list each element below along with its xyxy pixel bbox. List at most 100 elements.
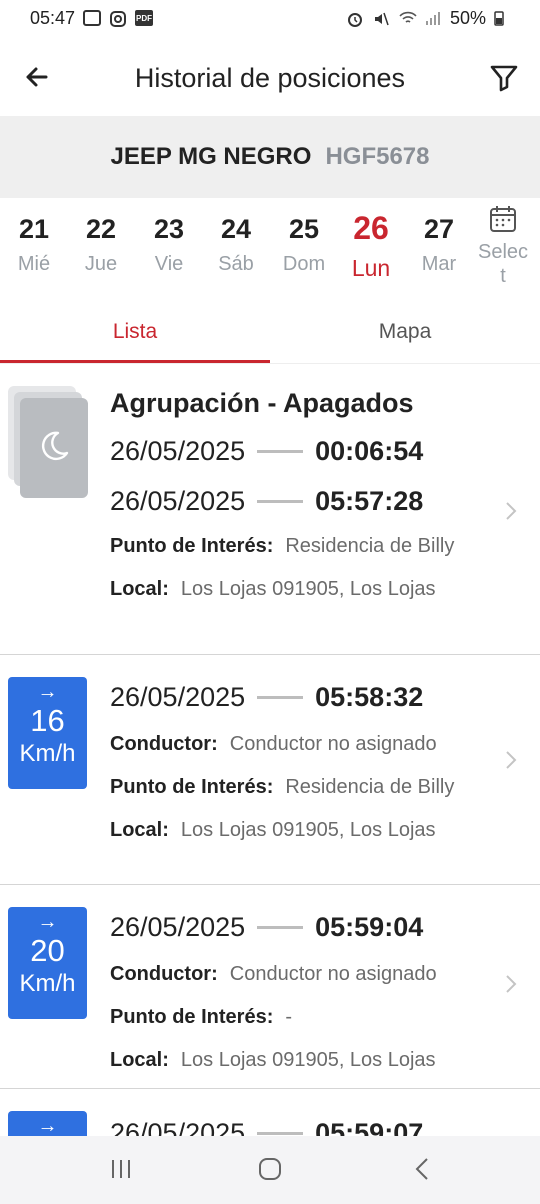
driver-row: Conductor: Conductor no asignado: [110, 731, 500, 758]
datetime-row: 26/05/2025 05:59:07: [110, 1109, 500, 1137]
app-bar: Historial de posiciones: [0, 44, 540, 112]
arrow-right-icon: →: [37, 911, 58, 933]
poi-value: Residencia de Billy: [285, 776, 455, 798]
tab-mapa[interactable]: Mapa: [270, 306, 540, 363]
driver-label: Conductor:: [110, 963, 218, 985]
list-item[interactable]: → 16 Km/h 26/05/2025 05:58:32 Conductor:…: [0, 655, 540, 885]
time-text: 00:06:54: [315, 435, 424, 466]
speed-badge: → 20 Km/h: [8, 907, 87, 1019]
day-number: 27: [423, 214, 455, 244]
status-bar: 05:47 PDF 50%: [0, 0, 540, 36]
date-text: 26/05/2025: [110, 1117, 246, 1137]
system-nav-bar: [0, 1136, 540, 1204]
day-weekday: Mié: [17, 253, 51, 275]
day-number: 22: [85, 214, 117, 244]
positions-list: Agrupación - Apagados 26/05/2025 00:06:5…: [0, 366, 540, 1136]
speed-badge: →: [8, 1111, 87, 1136]
vehicle-plate: HGF5678: [325, 143, 430, 170]
day-weekday: Lun: [351, 255, 391, 281]
select-label: Selec: [477, 241, 529, 263]
local-label: Local:: [110, 819, 169, 841]
tab-lista[interactable]: Lista: [0, 306, 270, 363]
poi-value: -: [285, 1006, 293, 1028]
day-26[interactable]: 26 Lun: [341, 210, 401, 282]
driver-value: Conductor no asignado: [229, 963, 437, 985]
driver-label: Conductor:: [110, 733, 218, 755]
local-label: Local:: [110, 1049, 169, 1071]
select-date-button[interactable]: Selec t: [470, 204, 536, 288]
day-number: 25: [288, 214, 320, 244]
day-25[interactable]: 25 Dom: [274, 214, 334, 276]
day-number: 24: [220, 214, 252, 244]
moon-icon: [37, 429, 71, 468]
dash-divider: [257, 1131, 304, 1135]
battery-percent: 50%: [449, 7, 486, 28]
day-weekday: Vie: [154, 253, 184, 275]
list-item[interactable]: → 20 Km/h 26/05/2025 05:59:04 Conductor:…: [0, 885, 540, 1089]
dash-divider: [257, 695, 304, 699]
dash-divider: [257, 499, 304, 503]
filter-icon[interactable]: [488, 60, 520, 94]
page-title: Historial de posiciones: [134, 62, 406, 93]
vehicle-banner: JEEP MG NEGRO HGF5678: [0, 116, 540, 198]
driver-value: Conductor no asignado: [229, 733, 437, 755]
back-icon[interactable]: [410, 1156, 436, 1187]
poi-label: Punto de Interés:: [110, 535, 274, 557]
datetime-row: 26/05/2025 05:57:28: [110, 477, 500, 525]
list-item[interactable]: Agrupación - Apagados 26/05/2025 00:06:5…: [0, 366, 540, 655]
day-weekday: Sáb: [218, 253, 254, 275]
poi-row: Punto de Interés: Residencia de Billy: [110, 533, 500, 560]
arrow-left-icon[interactable]: [20, 60, 54, 94]
alarm-icon: [346, 10, 364, 27]
view-tabs: Lista Mapa: [0, 306, 540, 364]
chevron-right-icon: [504, 973, 518, 995]
instagram-icon: [109, 10, 127, 27]
date-text: 26/05/2025: [110, 435, 246, 466]
driver-row: Conductor: Conductor no asignado: [110, 961, 500, 988]
signal-icon: [424, 10, 442, 26]
wifi-icon: [398, 10, 417, 26]
date-text: 26/05/2025: [110, 681, 246, 712]
mute-icon: [372, 10, 390, 26]
list-item[interactable]: → 26/05/2025 05:59:07: [0, 1089, 540, 1136]
image-icon: [83, 10, 102, 26]
day-22[interactable]: 22 Jue: [71, 214, 131, 276]
poi-label: Punto de Interés:: [110, 776, 274, 798]
pdf-icon: PDF: [135, 10, 154, 26]
speed-unit: Km/h: [19, 970, 76, 997]
day-21[interactable]: 21 Mié: [4, 214, 64, 276]
arrow-right-icon: →: [37, 1115, 58, 1136]
time-text: 05:58:32: [315, 681, 424, 712]
local-value: Los Lojas 091905, Los Lojas: [180, 819, 436, 841]
group-thumbnail: [8, 386, 90, 498]
vehicle-name: JEEP MG NEGRO: [110, 143, 312, 170]
day-number: 23: [153, 214, 185, 244]
day-27[interactable]: 27 Mar: [409, 214, 469, 276]
home-icon[interactable]: [257, 1156, 283, 1187]
date-text: 26/05/2025: [110, 485, 246, 516]
datetime-row: 26/05/2025 00:06:54: [110, 427, 500, 475]
datetime-row: 26/05/2025 05:59:04: [110, 903, 500, 951]
local-row: Local: Los Lojas 091905, Los Lojas: [110, 817, 500, 844]
day-number: 26: [353, 210, 389, 246]
local-row: Local: Los Lojas 091905, Los Lojas: [110, 576, 500, 603]
calendar-icon: [470, 204, 536, 236]
day-23[interactable]: 23 Vie: [139, 214, 199, 276]
date-text: 26/05/2025: [110, 911, 246, 942]
select-label-wrap: t: [500, 265, 506, 287]
time-text: 05:59:07: [315, 1117, 424, 1137]
time-text: 05:57:28: [315, 485, 424, 516]
recent-apps-icon[interactable]: [108, 1156, 134, 1187]
poi-row: Punto de Interés: -: [110, 1004, 500, 1031]
day-number: 21: [18, 214, 50, 244]
datetime-row: 26/05/2025 05:58:32: [110, 673, 500, 721]
day-24[interactable]: 24 Sáb: [206, 214, 266, 276]
day-weekday: Mar: [421, 253, 457, 275]
local-label: Local:: [110, 578, 169, 600]
status-time: 05:47: [30, 7, 76, 28]
battery-icon: [494, 10, 512, 26]
arrow-right-icon: →: [37, 681, 58, 703]
group-title: Agrupación - Apagados: [110, 388, 414, 418]
chevron-right-icon: [504, 749, 518, 771]
day-weekday: Jue: [84, 253, 118, 275]
